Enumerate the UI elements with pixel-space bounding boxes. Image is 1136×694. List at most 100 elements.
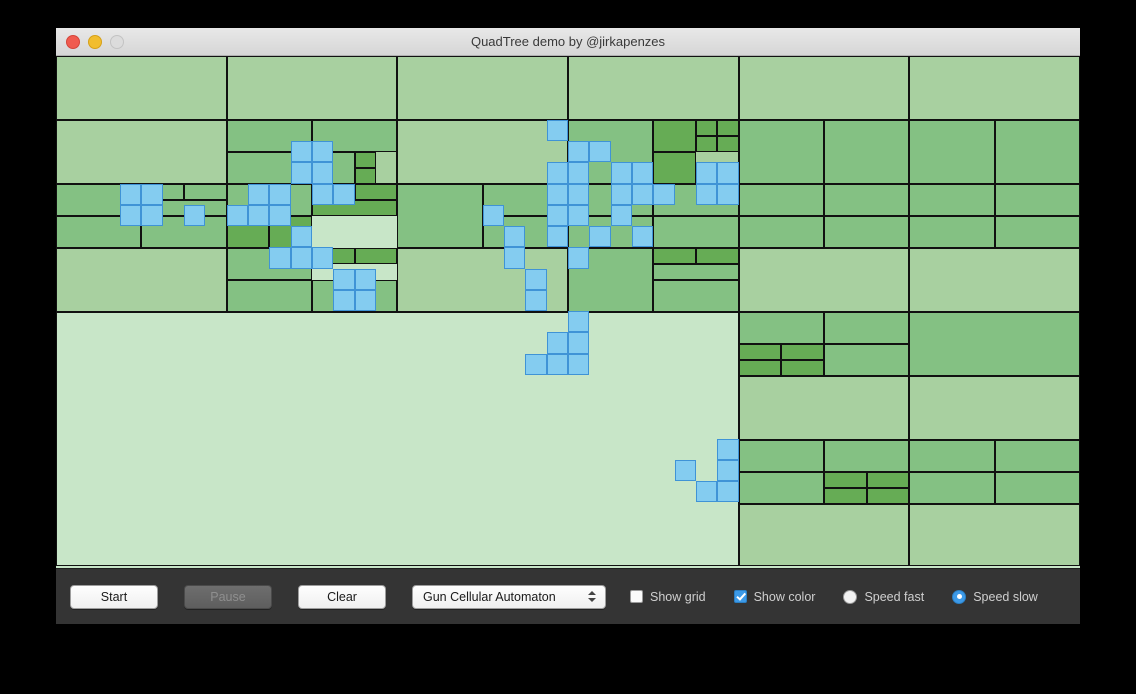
live-cell[interactable] <box>546 162 568 184</box>
live-cell[interactable] <box>269 183 291 205</box>
quadtree-node <box>738 312 824 344</box>
quadtree-node <box>824 440 910 472</box>
live-cell[interactable] <box>312 141 334 163</box>
live-cell[interactable] <box>290 162 312 184</box>
live-cell[interactable] <box>717 438 739 460</box>
live-cell[interactable] <box>568 311 590 333</box>
window-title-bar: QuadTree demo by @jirkapenzes <box>56 28 1080 56</box>
live-cell[interactable] <box>482 204 504 226</box>
quadtree-node <box>226 280 312 312</box>
quadtree-node <box>354 168 376 184</box>
quadtree-node <box>397 184 483 248</box>
app-window: QuadTree demo by @jirkapenzes Start Paus… <box>56 28 1080 624</box>
live-cell[interactable] <box>312 247 334 269</box>
speed-fast-radio[interactable]: Speed fast <box>843 589 924 604</box>
live-cell[interactable] <box>568 183 590 205</box>
show-grid-checkbox[interactable]: Show grid <box>630 590 706 604</box>
quadtree-node <box>994 440 1080 472</box>
live-cell[interactable] <box>610 204 632 226</box>
live-cell[interactable] <box>184 204 206 226</box>
live-cell[interactable] <box>568 332 590 354</box>
live-cell[interactable] <box>696 162 718 184</box>
live-cell[interactable] <box>717 162 739 184</box>
live-cell[interactable] <box>333 289 355 311</box>
live-cell[interactable] <box>312 162 334 184</box>
live-cell[interactable] <box>568 162 590 184</box>
live-cell[interactable] <box>141 183 163 205</box>
live-cell[interactable] <box>333 268 355 290</box>
live-cell[interactable] <box>546 204 568 226</box>
live-cell[interactable] <box>248 183 270 205</box>
live-cell[interactable] <box>120 204 142 226</box>
live-cell[interactable] <box>269 247 291 269</box>
live-cell[interactable] <box>269 204 291 226</box>
quadtree-node <box>653 120 696 152</box>
live-cell[interactable] <box>696 183 718 205</box>
quadtree-node <box>738 360 782 376</box>
speed-slow-radio[interactable]: Speed slow <box>952 589 1038 604</box>
live-cell[interactable] <box>568 247 590 269</box>
show-color-checkbox[interactable]: Show color <box>733 590 815 604</box>
live-cell[interactable] <box>546 353 568 375</box>
live-cell[interactable] <box>653 183 675 205</box>
live-cell[interactable] <box>546 332 568 354</box>
pause-button: Pause <box>184 584 272 609</box>
live-cell[interactable] <box>290 247 312 269</box>
live-cell[interactable] <box>589 141 611 163</box>
live-cell[interactable] <box>226 204 248 226</box>
checkbox-checked-icon <box>733 590 747 603</box>
quadtree-node <box>738 216 824 248</box>
live-cell[interactable] <box>717 459 739 481</box>
quadtree-node <box>738 376 910 440</box>
live-cell[interactable] <box>610 162 632 184</box>
live-cell[interactable] <box>333 183 355 205</box>
live-cell[interactable] <box>546 226 568 248</box>
live-cell[interactable] <box>525 268 547 290</box>
pattern-select[interactable]: Gun Cellular Automaton <box>412 584 606 609</box>
quadtree-node <box>56 120 227 184</box>
live-cell[interactable] <box>696 481 718 503</box>
quadtree-node <box>909 216 995 248</box>
quadtree-node <box>354 248 398 264</box>
live-cell[interactable] <box>525 353 547 375</box>
live-cell[interactable] <box>248 204 270 226</box>
live-cell[interactable] <box>354 268 376 290</box>
live-cell[interactable] <box>525 289 547 311</box>
live-cell[interactable] <box>504 226 526 248</box>
live-cell[interactable] <box>568 204 590 226</box>
live-cell[interactable] <box>568 141 590 163</box>
live-cell[interactable] <box>717 183 739 205</box>
live-cell[interactable] <box>312 183 334 205</box>
quadtree-node <box>696 248 739 264</box>
quadtree-node <box>653 264 739 280</box>
quadtree-node <box>56 56 227 120</box>
quadtree-node <box>824 120 910 184</box>
close-button[interactable] <box>66 35 80 49</box>
quadtree-node <box>568 56 739 120</box>
clear-button[interactable]: Clear <box>298 584 386 609</box>
live-cell[interactable] <box>120 183 142 205</box>
live-cell[interactable] <box>568 353 590 375</box>
live-cell[interactable] <box>546 119 568 141</box>
live-cell[interactable] <box>717 481 739 503</box>
quadtree-canvas[interactable] <box>56 56 1080 568</box>
start-button[interactable]: Start <box>70 584 158 609</box>
quadtree-node <box>909 248 1080 312</box>
minimize-button[interactable] <box>88 35 102 49</box>
quadtree-node <box>909 440 995 472</box>
live-cell[interactable] <box>589 226 611 248</box>
quadtree-node <box>738 344 782 360</box>
window-title: QuadTree demo by @jirkapenzes <box>470 34 666 49</box>
live-cell[interactable] <box>632 183 654 205</box>
live-cell[interactable] <box>290 141 312 163</box>
live-cell[interactable] <box>610 183 632 205</box>
live-cell[interactable] <box>504 247 526 269</box>
live-cell[interactable] <box>290 226 312 248</box>
live-cell[interactable] <box>632 162 654 184</box>
live-cell[interactable] <box>354 289 376 311</box>
live-cell[interactable] <box>546 183 568 205</box>
live-cell[interactable] <box>632 226 654 248</box>
live-cell[interactable] <box>141 204 163 226</box>
quadtree-node <box>738 120 824 184</box>
live-cell[interactable] <box>674 459 696 481</box>
